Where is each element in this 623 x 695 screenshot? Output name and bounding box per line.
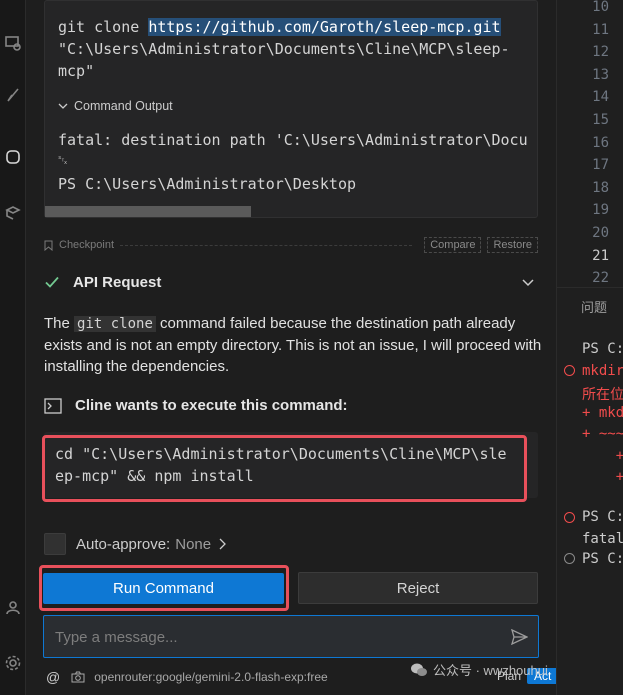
terminal-line: + <box>582 469 623 485</box>
restore-button[interactable]: Restore <box>487 237 538 253</box>
cline-chat-panel: git clone https://github.com/Garoth/slee… <box>26 0 579 695</box>
line-number: 17 <box>592 157 609 174</box>
api-request-row[interactable]: API Request <box>44 271 538 293</box>
command-error-icon[interactable] <box>564 365 575 376</box>
checkpoint-divider <box>120 244 413 246</box>
terminal-line: fatal <box>582 531 623 547</box>
mention-button[interactable]: @ <box>46 669 60 685</box>
command-highlight-annotation <box>42 435 527 502</box>
terminal-line: PS C: <box>582 341 623 357</box>
line-number: 16 <box>592 134 609 151</box>
check-icon <box>45 276 59 288</box>
auto-approve-value: None <box>175 535 212 553</box>
chevron-right-icon <box>219 538 227 550</box>
terminal-line: 所在位 <box>582 387 623 403</box>
command-success-icon[interactable] <box>564 553 575 564</box>
command-output-label: Command Output <box>74 99 173 113</box>
extension-icon[interactable] <box>0 198 26 228</box>
api-request-label: API Request <box>73 273 162 291</box>
panel-divider[interactable] <box>557 287 623 288</box>
terminal-line: + ~~~ <box>582 426 623 442</box>
model-selector[interactable]: openrouter:google/gemini-2.0-flash-exp:f… <box>94 670 327 684</box>
clone-path-line-cont: mcp" <box>58 62 95 80</box>
line-number: 20 <box>592 225 609 241</box>
tab-problems[interactable]: 问题 <box>581 297 607 316</box>
execute-command-header: Cline wants to execute this command: <box>44 397 348 414</box>
auto-approve-label: Auto-approve: <box>76 535 171 553</box>
checkpoint-row: Checkpoint Compare Restore <box>44 236 538 254</box>
wechat-icon <box>411 663 427 676</box>
line-number: 22 <box>592 270 609 287</box>
command-output-toggle[interactable]: Command Output <box>58 99 173 113</box>
horizontal-scrollbar[interactable] <box>45 206 251 217</box>
camera-icon[interactable] <box>71 671 85 683</box>
repo-url[interactable]: https://github.com/Garoth/sleep-mcp.git <box>148 18 501 36</box>
checkpoint-label: Checkpoint <box>59 239 115 251</box>
settings-gear-icon[interactable] <box>0 648 26 678</box>
bookmark-icon <box>44 240 53 251</box>
terminal-line: + mkd <box>582 405 623 421</box>
line-number: 18 <box>592 179 609 196</box>
line-number: 12 <box>592 44 609 61</box>
watermark: 公众号 · wwzhouhui <box>410 660 548 679</box>
git-clone-line: git clone https://github.com/Garoth/slee… <box>58 18 501 36</box>
auto-approve-row[interactable]: Auto-approve: None <box>44 533 227 555</box>
message-input[interactable] <box>55 626 485 648</box>
watermark-text: 公众号 · wwzhouhui <box>433 663 548 678</box>
run-button-highlight-annotation <box>39 565 289 611</box>
terminal-line: mkdir <box>582 363 623 379</box>
line-number: 19 <box>592 202 609 219</box>
execute-command-label: Cline wants to execute this command: <box>75 397 348 414</box>
command-error-icon[interactable] <box>564 512 575 523</box>
message-input-box <box>43 615 539 658</box>
chevron-down-icon <box>58 103 68 109</box>
reject-button[interactable]: Reject <box>298 572 538 604</box>
auto-approve-checkbox[interactable] <box>44 533 66 555</box>
line-number: 14 <box>592 89 609 106</box>
terminal-line: PS C: <box>582 509 623 525</box>
editor-area: 10 11 12 13 14 15 16 17 18 19 20 21 22 问题 PS C: mkdir… <box>556 0 623 695</box>
line-number: 15 <box>592 112 609 128</box>
run-debug-icon[interactable] <box>0 80 26 110</box>
send-icon[interactable] <box>511 629 528 645</box>
clone-path-line: "C:\Users\Administrator\Documents\Cline\… <box>58 40 510 58</box>
output-control-char: ␂ <box>58 153 68 167</box>
line-number: 13 <box>592 66 609 83</box>
compare-button[interactable]: Compare <box>424 237 482 253</box>
terminal-line: + <box>582 448 623 464</box>
line-number: 21 <box>592 247 609 264</box>
activity-bar <box>0 0 26 695</box>
terminal-line: PS C: <box>582 551 623 567</box>
remote-explorer-icon[interactable] <box>0 28 26 58</box>
cline-icon[interactable] <box>0 142 26 172</box>
output-error-line: fatal: destination path 'C:\Users\Admini… <box>58 131 528 149</box>
terminal-icon <box>44 397 62 414</box>
previous-command-block: git clone https://github.com/Garoth/slee… <box>44 0 538 218</box>
account-icon[interactable] <box>0 592 26 622</box>
assistant-message: The git clone command failed because the… <box>44 315 542 375</box>
inline-code: git clone <box>74 316 156 332</box>
line-number: 10 <box>592 0 609 15</box>
output-prompt-line: PS C:\Users\Administrator\Desktop <box>58 175 357 193</box>
chevron-down-icon <box>522 279 534 287</box>
line-number: 11 <box>592 21 609 38</box>
